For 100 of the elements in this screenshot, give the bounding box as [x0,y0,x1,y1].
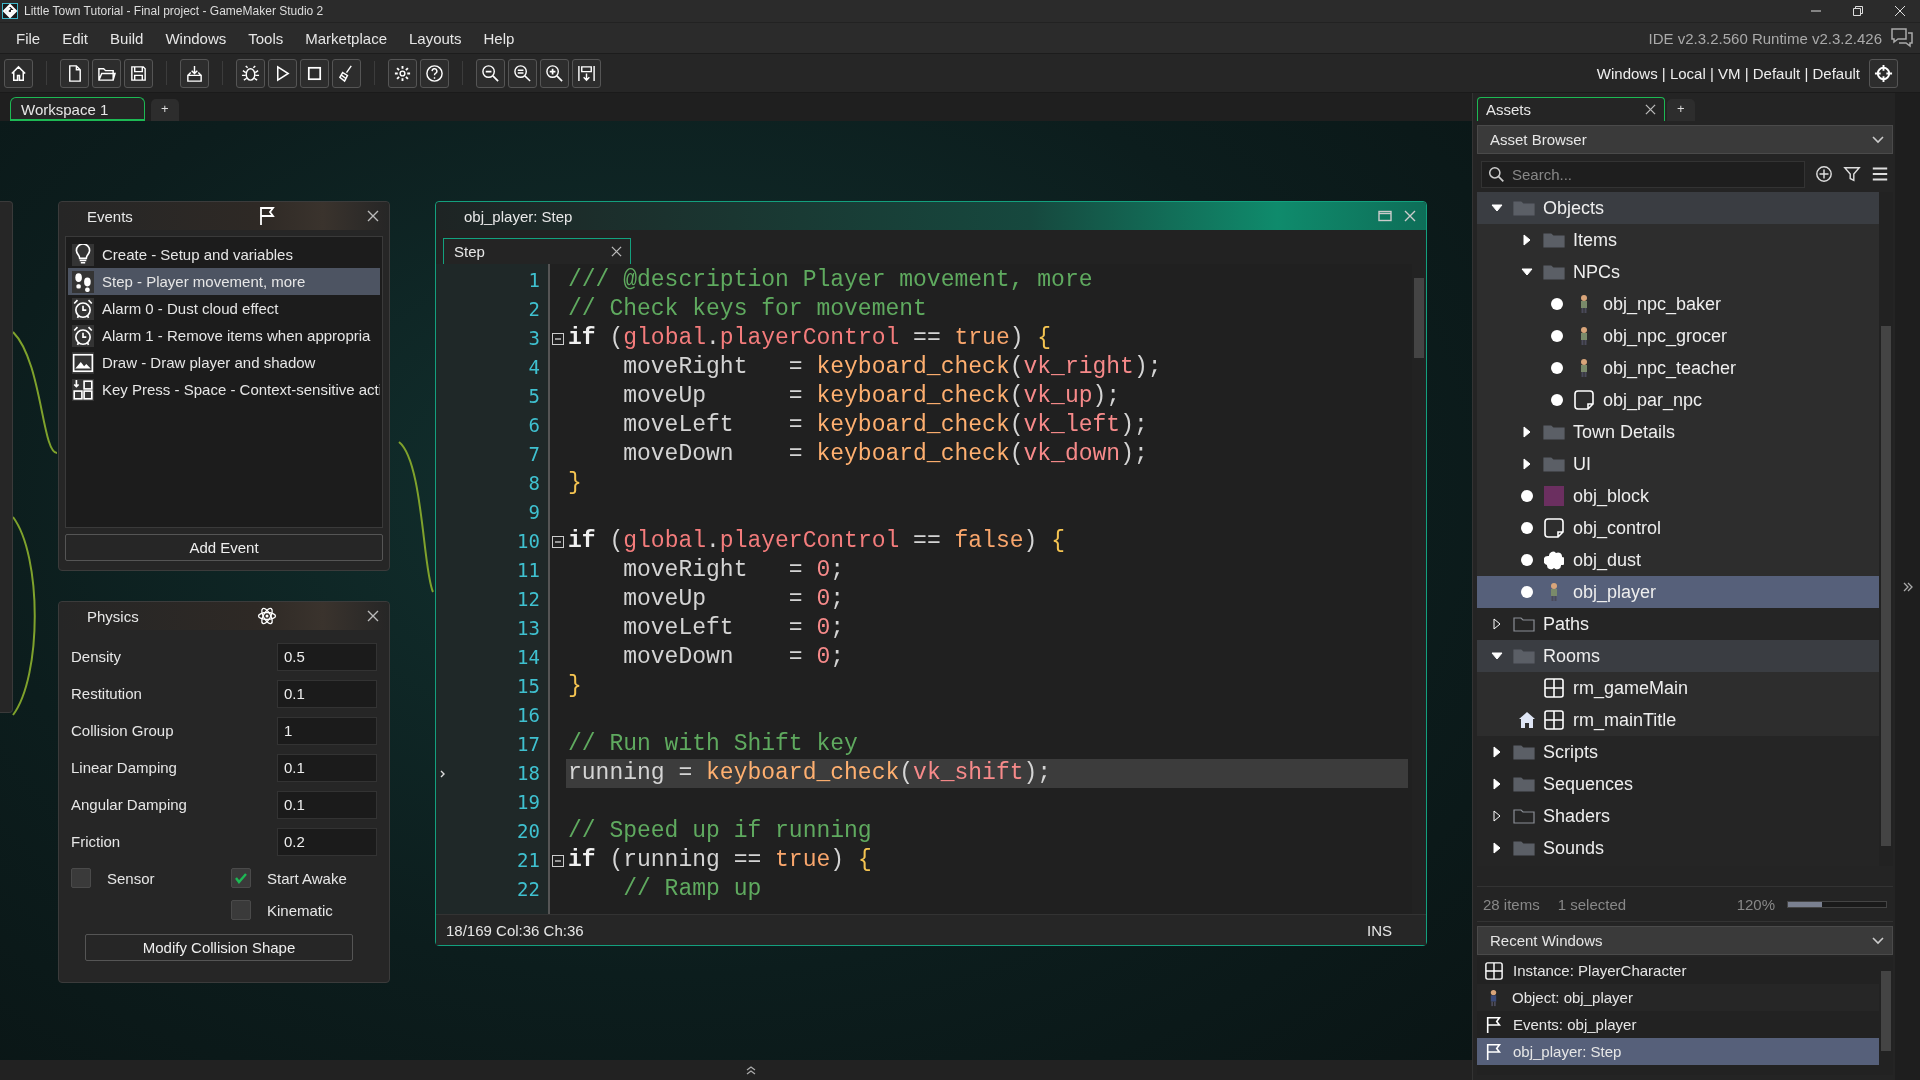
settings-button[interactable] [388,58,417,88]
target-button[interactable] [1869,58,1898,88]
input-field[interactable]: 0.1 [277,753,377,782]
collapsed-arrow-icon[interactable] [1491,618,1503,630]
input-field[interactable]: 0.1 [277,790,377,819]
tree-item[interactable]: obj_npc_baker [1477,288,1879,320]
add-event-button[interactable]: Add Event [65,534,383,561]
tree-item[interactable]: obj_npc_grocer [1477,320,1879,352]
assets-tab[interactable]: Assets [1477,97,1665,121]
fold-toggle-icon[interactable] [552,332,564,345]
input-field[interactable]: 1 [277,716,377,745]
menu-icon[interactable] [1871,165,1889,183]
expanded-arrow-icon[interactable] [1521,266,1533,278]
debug-button[interactable] [236,58,265,88]
close-icon[interactable] [367,210,379,222]
chat-bubbles-icon[interactable] [1890,27,1914,49]
open-button[interactable] [92,58,121,88]
recent-windows-dropdown[interactable]: Recent Windows [1477,926,1893,955]
tree-item[interactable]: obj_par_npc [1477,384,1879,416]
stop-button[interactable] [300,58,329,88]
input-field[interactable]: 0.5 [277,642,377,671]
recent-window-item[interactable]: Object: obj_player [1477,984,1879,1011]
close-icon[interactable] [1645,104,1656,115]
tree-item[interactable]: Sequences [1477,768,1879,800]
maximize-icon[interactable] [1378,210,1392,222]
recent-window-item[interactable]: obj_player: Step [1477,1038,1879,1065]
collapsed-arrow-icon[interactable] [1521,234,1533,246]
close-icon[interactable] [367,610,379,622]
tree-item[interactable]: Scripts [1477,736,1879,768]
target-selector[interactable]: Windows | Local | VM | Default | Default [1596,64,1860,82]
add-workspace-tab[interactable]: + [151,99,179,121]
tree-item[interactable]: UI [1477,448,1879,480]
add-tab-button[interactable]: + [1667,99,1695,121]
menu-item[interactable]: Tools [237,29,295,47]
expanded-arrow-icon[interactable] [1491,650,1503,662]
recent-window-item[interactable]: Events: obj_player [1477,1011,1879,1038]
tree-item[interactable]: Town Details [1477,416,1879,448]
tree-item[interactable]: rm_mainTitle [1477,704,1879,736]
menu-item[interactable]: Windows [154,29,238,47]
zoom-in-button[interactable] [540,58,569,88]
help-button[interactable] [420,58,449,88]
collapsed-arrow-icon[interactable] [1491,778,1503,790]
input-field[interactable]: 0.1 [277,679,377,708]
asset-view-dropdown[interactable]: Asset Browser [1477,125,1893,154]
input-field[interactable]: 0.2 [277,827,377,856]
tree-item[interactable]: rm_gameMain [1477,672,1879,704]
event-item[interactable]: Step - Player movement, more [68,268,380,295]
checkbox[interactable] [231,868,251,888]
tree-item[interactable]: obj_dust [1477,544,1879,576]
tree-item[interactable]: obj_npc_teacher [1477,352,1879,384]
run-button[interactable] [268,58,297,88]
event-item[interactable]: Alarm 0 - Dust cloud effect [68,295,380,322]
menu-item[interactable]: Help [472,29,526,47]
editor-tab[interactable]: Step [443,238,631,264]
modify-collision-shape-button[interactable]: Modify Collision Shape [85,934,353,961]
fold-toggle-icon[interactable] [552,854,564,867]
checkbox[interactable] [231,900,251,920]
menu-item[interactable]: File [14,29,52,47]
collapsed-arrow-icon[interactable] [1521,458,1533,470]
zoom-reset-button[interactable] [508,58,537,88]
fold-toggle-icon[interactable] [552,535,564,548]
collapsed-arrow-icon[interactable] [1521,426,1533,438]
double-chevron-up-icon[interactable] [745,1065,757,1075]
collapsed-arrow-icon[interactable] [1491,746,1503,758]
checkbox[interactable] [71,868,91,888]
add-circle-icon[interactable] [1815,165,1833,183]
new-file-button[interactable] [60,58,89,88]
collapsed-arrow-icon[interactable] [1491,810,1503,822]
menu-item[interactable]: Build [99,29,155,47]
restore-icon[interactable] [1852,5,1864,17]
home-button[interactable] [4,58,33,88]
clean-button[interactable] [332,58,361,88]
workspace-tab[interactable]: Workspace 1 [10,97,145,121]
event-item[interactable]: Draw - Draw player and shadow [68,349,380,376]
fit-view-button[interactable] [572,58,601,88]
double-chevron-right-icon[interactable] [1901,580,1914,593]
save-button[interactable] [124,58,153,88]
zoom-out-button[interactable] [476,58,505,88]
tree-item[interactable]: NPCs [1477,256,1879,288]
close-icon[interactable] [1894,5,1906,17]
tree-item[interactable]: obj_control [1477,512,1879,544]
tree-item[interactable]: obj_block [1477,480,1879,512]
tree-item[interactable]: Sounds [1477,832,1879,864]
event-item[interactable]: Create - Setup and variables [68,241,380,268]
tree-item[interactable]: Rooms [1477,640,1879,672]
tree-item[interactable]: obj_player [1477,576,1879,608]
recent-window-item[interactable]: Instance: PlayerCharacter [1477,957,1879,984]
tree-item[interactable]: Paths [1477,608,1879,640]
event-item[interactable]: Alarm 1 - Remove items when appropria [68,322,380,349]
close-icon[interactable] [611,246,622,257]
tree-item[interactable]: Shaders [1477,800,1879,832]
search-field[interactable]: Search... [1481,160,1805,188]
tree-item[interactable]: Items [1477,224,1879,256]
collapsed-arrow-icon[interactable] [1491,842,1503,854]
expanded-arrow-icon[interactable] [1491,202,1503,214]
menu-item[interactable]: Marketplace [294,29,398,47]
tree-item[interactable]: Objects [1477,192,1879,224]
menu-item[interactable]: Edit [51,29,100,47]
menu-item[interactable]: Layouts [398,29,473,47]
filter-icon[interactable] [1843,165,1861,183]
